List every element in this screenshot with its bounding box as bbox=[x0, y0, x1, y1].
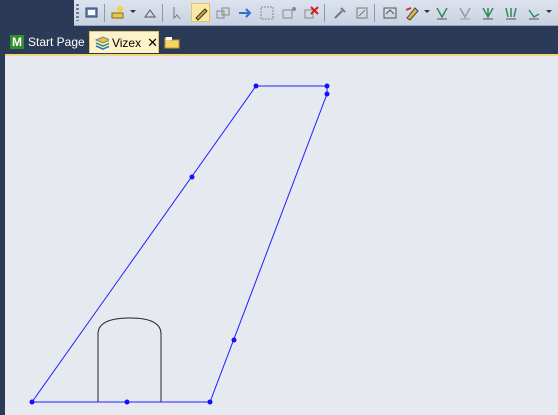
folder-icon bbox=[164, 37, 180, 49]
dropdown-caret[interactable] bbox=[130, 10, 136, 13]
dropdown-caret[interactable] bbox=[424, 10, 430, 13]
split-object-icon[interactable] bbox=[279, 3, 298, 22]
move-object-icon[interactable] bbox=[235, 3, 254, 22]
vertex-point[interactable] bbox=[124, 399, 130, 405]
digitise-2-icon[interactable] bbox=[455, 3, 474, 22]
toolbar bbox=[0, 0, 558, 27]
tools-2-icon[interactable] bbox=[352, 3, 371, 22]
drive-profile[interactable] bbox=[97, 317, 162, 402]
scene-drawing[interactable] bbox=[5, 56, 558, 415]
document-tabbar: M Start Page Vizex ✕ bbox=[0, 27, 558, 54]
toolbar-separator bbox=[324, 4, 325, 22]
vertex-point[interactable] bbox=[29, 399, 35, 405]
dropdown-caret[interactable] bbox=[546, 10, 552, 13]
layers-icon bbox=[95, 35, 109, 50]
delete-object-icon[interactable] bbox=[301, 3, 320, 22]
stope-outline[interactable] bbox=[31, 85, 328, 403]
style-icon[interactable] bbox=[402, 3, 421, 22]
vizex-canvas[interactable] bbox=[5, 54, 558, 415]
tools-icon[interactable] bbox=[330, 3, 349, 22]
digitise-4-icon[interactable] bbox=[501, 3, 520, 22]
vertex-point[interactable] bbox=[324, 91, 330, 97]
copy-object-icon[interactable] bbox=[213, 3, 232, 22]
attribute-icon[interactable] bbox=[380, 3, 399, 22]
layer-up-icon[interactable] bbox=[140, 3, 159, 22]
vertex-point[interactable] bbox=[324, 83, 330, 89]
tab-label: Vizex bbox=[111, 35, 142, 50]
toolbar-grip[interactable] bbox=[76, 4, 79, 21]
vertex-point[interactable] bbox=[207, 399, 213, 405]
vertex-group[interactable] bbox=[29, 83, 330, 405]
tab-start-page[interactable]: M Start Page bbox=[10, 31, 88, 53]
m-logo-icon: M bbox=[10, 35, 24, 49]
vertex-point[interactable] bbox=[231, 337, 237, 343]
tab-vizex[interactable]: Vizex ✕ bbox=[89, 31, 159, 53]
group-object-icon[interactable] bbox=[257, 3, 276, 22]
select-icon[interactable] bbox=[168, 3, 187, 22]
digitise-icon[interactable] bbox=[432, 3, 451, 22]
close-icon[interactable]: ✕ bbox=[147, 36, 158, 49]
tab-folder[interactable] bbox=[164, 31, 184, 53]
toolbar-separator bbox=[104, 4, 105, 22]
new-layer-icon[interactable] bbox=[108, 3, 127, 22]
properties-icon[interactable] bbox=[82, 3, 101, 22]
edit-object-icon[interactable] bbox=[191, 3, 210, 22]
vertex-point[interactable] bbox=[253, 83, 259, 89]
vertex-point[interactable] bbox=[189, 174, 195, 180]
tab-label: Start Page bbox=[28, 35, 85, 49]
toolbar-separator bbox=[374, 4, 375, 22]
toolbar-separator bbox=[162, 4, 163, 22]
digitise-3-icon[interactable] bbox=[478, 3, 497, 22]
digitise-5-icon[interactable] bbox=[524, 3, 543, 22]
